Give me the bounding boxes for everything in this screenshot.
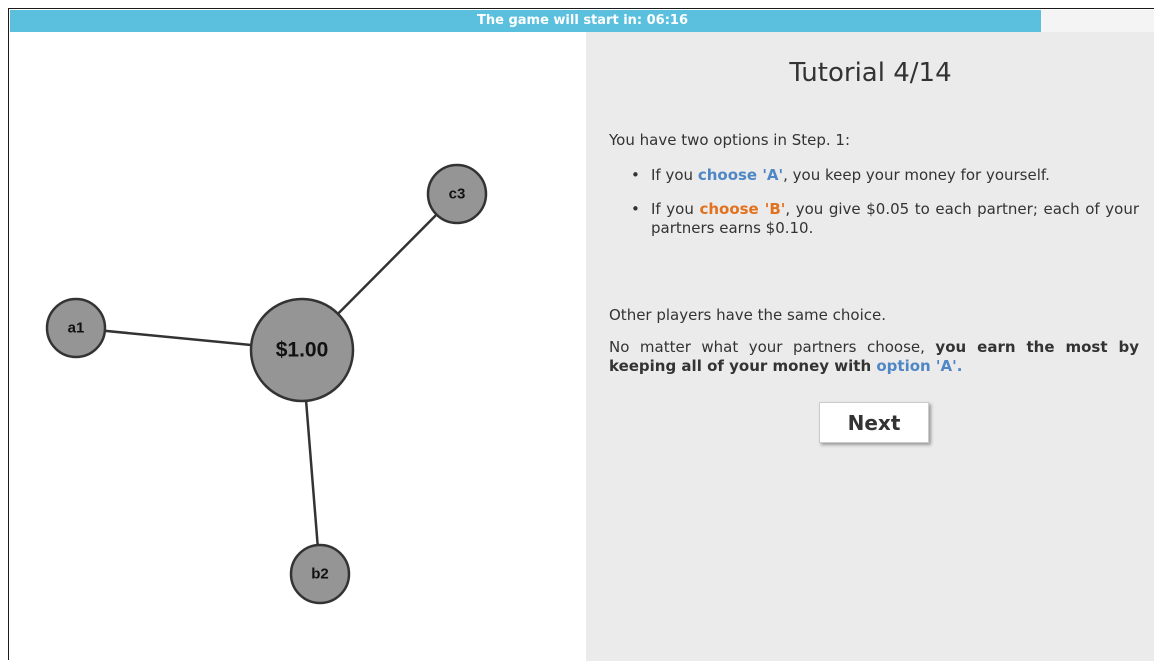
node-c3[interactable]: c3 — [426, 163, 488, 225]
bullet-icon: • — [631, 200, 640, 218]
next-button[interactable]: Next — [819, 402, 929, 443]
option-b-item: • If you choose 'B', you give $0.05 to e… — [609, 200, 1139, 238]
countdown-text: The game will start in: 06:16 — [476, 13, 689, 28]
option-a-prefix: If you — [651, 166, 698, 184]
advice-text: No matter what your partners choose, you… — [609, 338, 1139, 376]
tutorial-title: Tutorial 4/14 — [789, 58, 952, 88]
option-a-suffix: , you keep your money for yourself. — [783, 166, 1050, 184]
bullet-icon: • — [631, 166, 640, 184]
network-graph-panel: a1 c3 b2 $1.00 — [10, 32, 586, 660]
options-list: • If you choose 'A', you keep your money… — [609, 166, 1139, 253]
node-a1-label: a1 — [68, 320, 85, 337]
choose-b-highlight: choose 'B' — [699, 200, 786, 218]
node-self[interactable]: $1.00 — [249, 297, 355, 403]
node-a1[interactable]: a1 — [45, 297, 107, 359]
network-graph: a1 c3 b2 $1.00 — [45, 163, 488, 605]
node-c3-label: c3 — [449, 186, 466, 203]
game-window: The game will start in: 06:16 a1 c3 b2 $… — [8, 8, 1154, 661]
option-a-item: • If you choose 'A', you keep your money… — [609, 166, 1139, 185]
same-choice-text: Other players have the same choice. — [609, 306, 887, 324]
advice-option-a: option 'A'. — [876, 357, 963, 375]
node-b2[interactable]: b2 — [289, 543, 351, 605]
node-b2-label: b2 — [311, 566, 329, 583]
tutorial-panel: Tutorial 4/14 You have two options in St… — [586, 32, 1154, 661]
intro-text: You have two options in Step. 1: — [609, 131, 851, 149]
option-b-prefix: If you — [651, 200, 700, 218]
choose-a-highlight: choose 'A' — [697, 166, 784, 184]
countdown-progress-bar: The game will start in: 06:16 — [10, 10, 1154, 32]
advice-prefix: No matter what your partners choose, — [609, 338, 936, 356]
node-self-balance: $1.00 — [276, 339, 329, 362]
